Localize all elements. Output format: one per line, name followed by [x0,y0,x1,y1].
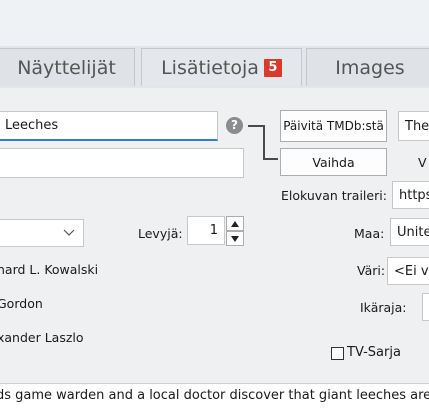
tab-badge: 5 [263,58,282,77]
discs-input[interactable]: 1 [187,216,225,245]
color-label: Väri: [357,263,386,278]
description-text: ds game warden and a local doctor discov… [0,388,429,403]
swap-button[interactable]: Vaihda [280,148,387,176]
person-3: xander Laszlo [0,330,84,345]
country-input[interactable]: Unite [390,218,429,246]
person-1: hard L. Kowalski [0,262,99,277]
discs-value: 1 [209,223,218,238]
help-icon[interactable]: ? [226,117,243,134]
country-value: Unite [397,224,429,240]
person-2: Gordon [0,296,43,311]
color-value: <Ei va [394,263,429,279]
v-label: V [418,155,427,170]
tab-actors[interactable]: Näyttelijät [0,48,135,86]
tv-series-label: TV-Sarja [347,345,401,360]
title-input-value: Leeches [5,118,59,133]
tab-images-label: Images [335,56,405,79]
update-tmdb-button[interactable]: Päivitä TMDb:stä [280,110,387,142]
tab-more-info-label: Lisätietoja [161,56,259,79]
discs-label: Levyjä: [138,226,183,241]
chevron-down-icon [63,229,75,236]
tab-actors-label: Näyttelijät [17,56,116,79]
discs-decrement-button[interactable] [226,231,244,246]
window-top-area [0,0,429,46]
tab-images[interactable]: Images [306,48,429,86]
secondary-title-input[interactable] [0,148,244,178]
tab-more-info[interactable]: Lisätietoja 5 [141,48,302,86]
color-select[interactable]: <Ei va [387,257,429,285]
original-title-value: The [405,118,429,134]
trailer-input[interactable]: https [392,181,429,209]
update-tmdb-label: Päivitä TMDb:stä [283,119,384,133]
age-label: Ikäraja: [360,300,407,315]
trailer-label: Elokuvan traileri: [281,188,387,203]
country-label: Maa: [354,226,385,241]
genre-select[interactable] [0,219,84,247]
link-bracket-icon [248,125,278,160]
title-input[interactable]: Leeches [0,111,218,141]
original-title-input[interactable]: The [398,111,429,141]
discs-increment-button[interactable] [226,216,244,231]
tv-series-checkbox[interactable] [331,347,344,360]
arrow-up-icon [231,220,239,227]
arrow-down-icon [231,235,239,242]
swap-label: Vaihda [312,154,355,170]
trailer-value: https [399,187,429,203]
age-input[interactable] [422,293,429,321]
